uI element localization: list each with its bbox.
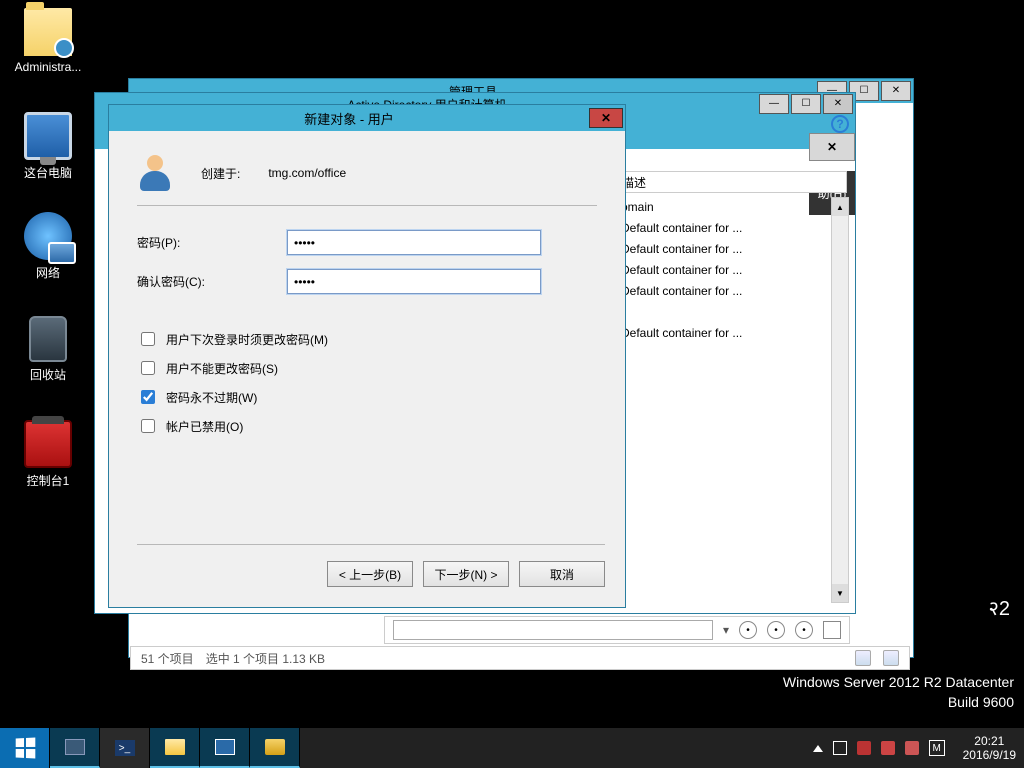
- next-button[interactable]: 下一步(N) >: [423, 561, 509, 587]
- close-button[interactable]: ✕: [589, 108, 623, 128]
- server-manager-icon: [65, 739, 85, 755]
- status-item-count: 51 个项目: [141, 650, 194, 667]
- toolbar-button[interactable]: [823, 621, 841, 639]
- tray-icon[interactable]: [881, 741, 895, 755]
- maximize-button[interactable]: ☐: [791, 94, 821, 114]
- taskbar-app[interactable]: [250, 728, 300, 768]
- powershell-icon: >_: [115, 740, 135, 756]
- close-button[interactable]: ✕: [881, 81, 911, 101]
- user-icon: [137, 155, 173, 191]
- nav-button[interactable]: •: [767, 621, 785, 639]
- toolbox-icon: [24, 420, 72, 468]
- confirm-password-label: 确认密码(C):: [137, 273, 287, 290]
- desktop-icon-label: 控制台1: [10, 472, 86, 489]
- password-input[interactable]: [287, 230, 541, 255]
- cannot-change-password-checkbox[interactable]: [141, 361, 155, 375]
- scroll-up-icon[interactable]: ▲: [832, 198, 848, 216]
- minimize-button[interactable]: —: [759, 94, 789, 114]
- checkbox-label: 密码永不过期(W): [166, 389, 257, 406]
- checkbox-label: 用户下次登录时须更改密码(M): [166, 331, 328, 348]
- password-never-expires-checkbox[interactable]: [141, 390, 155, 404]
- ime-indicator[interactable]: M: [929, 740, 945, 756]
- taskbar: >_ M 20:21 2016/9/19: [0, 728, 1024, 768]
- watermark-fragment: २2: [988, 594, 1010, 621]
- recycle-bin-icon: [29, 316, 67, 362]
- desktop-icon-label: 网络: [10, 264, 86, 281]
- column-header-description[interactable]: 描述: [613, 171, 847, 193]
- list-item[interactable]: [615, 302, 827, 323]
- help-icon[interactable]: ?: [831, 115, 849, 133]
- desktop-icon-label: Administra...: [10, 60, 86, 74]
- new-user-dialog: 新建对象 - 用户 ✕ 创建于: tmg.com/office 密码(P): 确…: [108, 104, 626, 608]
- list-view[interactable]: omain Default container for ... Default …: [615, 197, 827, 603]
- divider: [137, 205, 597, 206]
- clock-date: 2016/9/19: [963, 748, 1016, 762]
- desktop-icon-this-pc[interactable]: 这台电脑: [10, 112, 86, 181]
- list-item[interactable]: Default container for ...: [615, 281, 827, 302]
- checkbox-label: 帐户已禁用(O): [166, 418, 243, 435]
- windows-logo-icon: [15, 737, 35, 758]
- taskbar-mmc[interactable]: [200, 728, 250, 768]
- desktop-icon-network[interactable]: 网络: [10, 212, 86, 281]
- desktop-icon-label: 回收站: [10, 366, 86, 383]
- folder-icon: [24, 8, 72, 56]
- scroll-down-icon[interactable]: ▼: [832, 584, 848, 602]
- list-item[interactable]: Default container for ...: [615, 218, 827, 239]
- tray-icon[interactable]: [857, 741, 871, 755]
- status-selection: 选中 1 个项目 1.13 KB: [206, 650, 325, 667]
- chevron-down-icon[interactable]: ▾: [723, 623, 729, 637]
- taskbar-server-manager[interactable]: [50, 728, 100, 768]
- list-item[interactable]: Default container for ...: [615, 239, 827, 260]
- password-label: 密码(P):: [137, 234, 287, 251]
- tray-overflow-icon[interactable]: [813, 745, 823, 752]
- must-change-password-checkbox[interactable]: [141, 332, 155, 346]
- computer-icon: [24, 112, 72, 160]
- taskbar-powershell[interactable]: >_: [100, 728, 150, 768]
- action-center-icon[interactable]: [833, 741, 847, 755]
- app-icon: [265, 739, 285, 755]
- combo-box[interactable]: [393, 620, 713, 640]
- cancel-button[interactable]: 取消: [519, 561, 605, 587]
- start-button[interactable]: [0, 728, 50, 768]
- close-button[interactable]: ✕: [823, 94, 853, 114]
- pane-close-button[interactable]: ✕: [809, 133, 855, 161]
- windows-watermark: Windows Server 2012 R2 Datacenter Build …: [783, 672, 1014, 712]
- desktop-icon-label: 这台电脑: [10, 164, 86, 181]
- view-mode-icon[interactable]: [883, 650, 899, 666]
- mmc-icon: [215, 739, 235, 755]
- clock-time: 20:21: [963, 734, 1016, 748]
- status-bar: 51 个项目 选中 1 个项目 1.13 KB: [130, 646, 910, 670]
- list-item[interactable]: Default container for ...: [615, 323, 827, 344]
- created-in-label: 创建于:: [201, 165, 240, 182]
- desktop-icon-console1[interactable]: 控制台1: [10, 420, 86, 489]
- desktop-icon-administrator[interactable]: Administra...: [10, 8, 86, 74]
- account-disabled-checkbox[interactable]: [141, 419, 155, 433]
- checkbox-label: 用户不能更改密码(S): [166, 360, 278, 377]
- view-mode-icon[interactable]: [855, 650, 871, 666]
- list-item[interactable]: omain: [615, 197, 827, 218]
- list-item[interactable]: Default container for ...: [615, 260, 827, 281]
- back-button[interactable]: < 上一步(B): [327, 561, 413, 587]
- dialog-title: 新建对象 - 用户: [109, 109, 589, 128]
- confirm-password-input[interactable]: [287, 269, 541, 294]
- tray-icon[interactable]: [905, 741, 919, 755]
- vertical-scrollbar[interactable]: ▲ ▼: [831, 197, 849, 603]
- nav-button[interactable]: •: [795, 621, 813, 639]
- nav-button[interactable]: •: [739, 621, 757, 639]
- folder-icon: [165, 739, 185, 755]
- network-icon: [24, 212, 72, 260]
- taskbar-explorer[interactable]: [150, 728, 200, 768]
- toolbar-fragment: ▾ • • •: [384, 616, 850, 644]
- desktop-icon-recycle-bin[interactable]: 回收站: [10, 316, 86, 383]
- taskbar-clock[interactable]: 20:21 2016/9/19: [963, 734, 1016, 762]
- created-in-path: tmg.com/office: [268, 166, 346, 180]
